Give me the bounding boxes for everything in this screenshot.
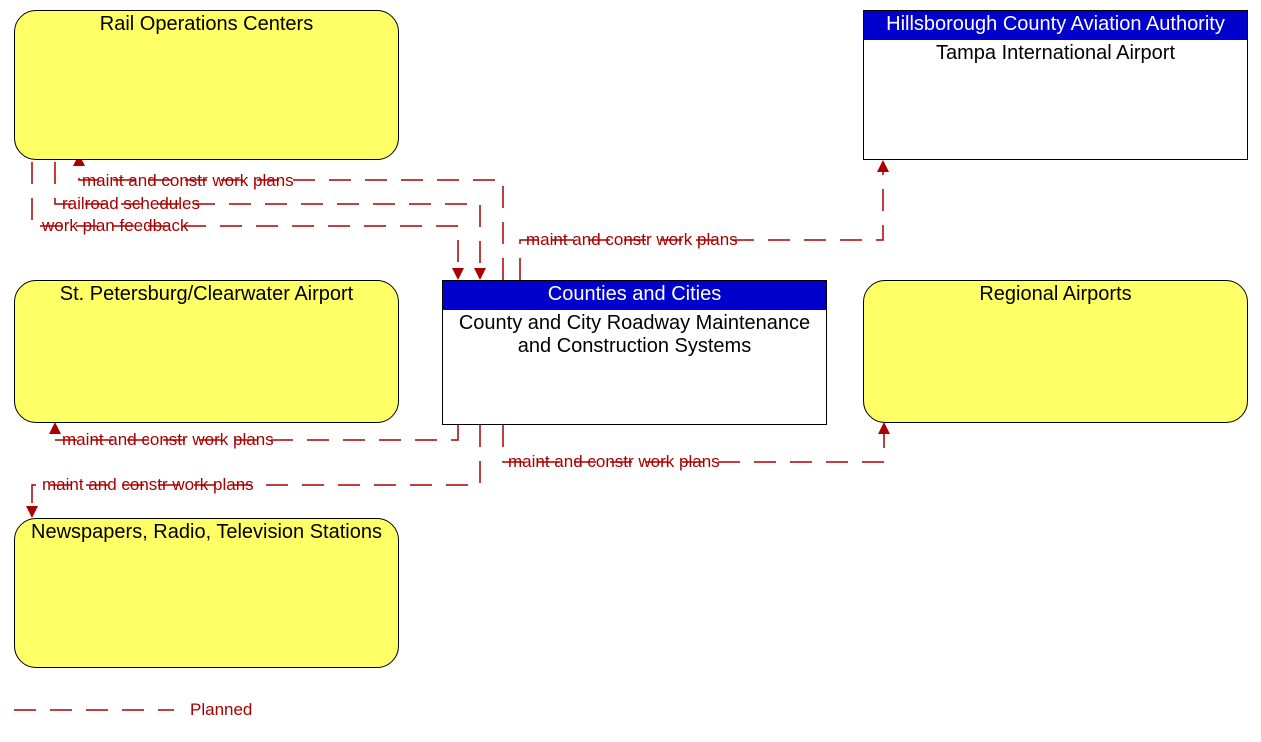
- node-center-header: Counties and Cities: [443, 281, 826, 310]
- label-rail-sched: railroad schedules: [62, 194, 200, 214]
- arrow-center-to-tia: [877, 160, 889, 172]
- label-rail-fb: work plan feedback: [42, 216, 188, 236]
- node-spc-title: St. Petersburg/Clearwater Airport: [46, 281, 367, 306]
- label-tia-plans: maint and constr work plans: [526, 230, 738, 250]
- arrow-center-to-spc: [49, 422, 61, 434]
- label-regair-plans: maint and constr work plans: [508, 452, 720, 472]
- arrow-rail-to-center-sched: [474, 268, 486, 280]
- node-tia: Hillsborough County Aviation Authority T…: [863, 10, 1248, 160]
- node-news-title: Newspapers, Radio, Television Stations: [17, 519, 396, 544]
- node-spc: St. Petersburg/Clearwater Airport: [14, 280, 399, 423]
- legend-label: Planned: [190, 700, 252, 720]
- label-rail-plans: maint and constr work plans: [82, 171, 294, 191]
- node-regair-title: Regional Airports: [965, 281, 1145, 306]
- node-center-title: County and City Roadway Maintenance and …: [443, 310, 826, 358]
- node-news: Newspapers, Radio, Television Stations: [14, 518, 399, 668]
- label-spc-plans: maint and constr work plans: [62, 430, 274, 450]
- node-rail: Rail Operations Centers: [14, 10, 399, 160]
- arrow-center-to-news: [26, 506, 38, 518]
- node-tia-title: Tampa International Airport: [922, 40, 1189, 65]
- arrow-rail-to-center-fb: [452, 268, 464, 280]
- label-news-plans: maint and constr work plans: [42, 475, 254, 495]
- node-center: Counties and Cities County and City Road…: [442, 280, 827, 425]
- arrow-center-to-regair: [878, 422, 890, 434]
- flow-center-to-tia: [520, 168, 883, 280]
- node-rail-title: Rail Operations Centers: [86, 11, 327, 36]
- node-tia-header: Hillsborough County Aviation Authority: [864, 11, 1247, 40]
- node-regair: Regional Airports: [863, 280, 1248, 423]
